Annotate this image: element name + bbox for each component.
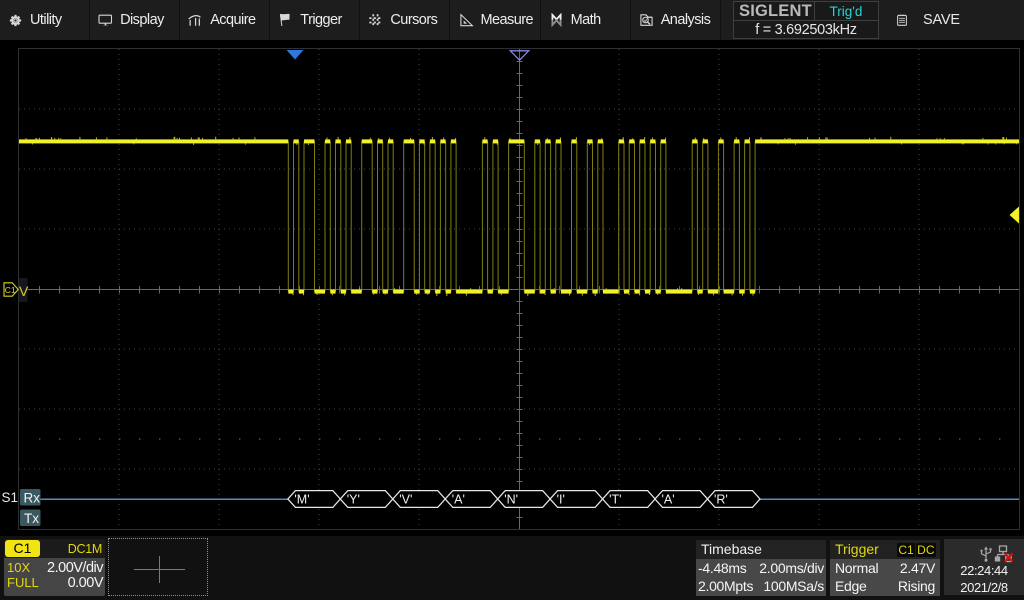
svg-text:Rx: Rx xyxy=(24,490,41,505)
svg-text:'A': 'A' xyxy=(662,493,675,507)
svg-text:'V': 'V' xyxy=(399,493,412,507)
svg-text:V: V xyxy=(19,283,29,299)
svg-text:'T': 'T' xyxy=(609,493,621,507)
svg-text:'I': 'I' xyxy=(557,493,565,507)
svg-text:'N': 'N' xyxy=(504,493,518,507)
svg-text:C1: C1 xyxy=(5,285,16,295)
svg-text:'R': 'R' xyxy=(714,493,728,507)
svg-text:'Y': 'Y' xyxy=(347,493,360,507)
svg-text:'A': 'A' xyxy=(452,493,465,507)
svg-text:'M': 'M' xyxy=(294,493,309,507)
svg-text:S1: S1 xyxy=(2,490,19,505)
svg-text:Tx: Tx xyxy=(24,511,39,526)
